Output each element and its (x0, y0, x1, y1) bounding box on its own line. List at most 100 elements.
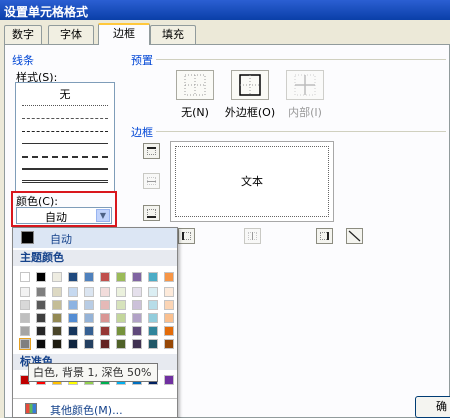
theme-color-swatch[interactable] (100, 287, 110, 297)
theme-color-swatch[interactable] (164, 300, 174, 310)
theme-colors-header: 主题颜色 (13, 250, 177, 266)
theme-color-swatch[interactable] (20, 326, 30, 336)
theme-color-swatch[interactable] (36, 287, 46, 297)
theme-color-swatch[interactable] (132, 300, 142, 310)
theme-color-swatch[interactable] (36, 300, 46, 310)
theme-color-swatch[interactable] (148, 326, 158, 336)
more-colors-option[interactable]: 其他颜色(M)... (13, 398, 177, 417)
theme-color-swatch[interactable] (164, 313, 174, 323)
theme-color-swatch[interactable] (116, 326, 126, 336)
theme-color-swatch[interactable] (36, 272, 46, 282)
theme-color-swatch[interactable] (148, 287, 158, 297)
ok-button[interactable]: 确 (415, 396, 450, 418)
more-colors-label: 其他颜色(M)... (50, 404, 123, 417)
line-style-double[interactable] (22, 180, 108, 183)
automatic-color-option[interactable]: 自动 (13, 228, 177, 248)
theme-color-swatch[interactable] (84, 300, 94, 310)
color-palette-dropdown[interactable]: 自动 主题颜色 标准色 其他颜色(M)... (12, 227, 178, 418)
automatic-color-swatch (21, 231, 34, 244)
theme-color-swatch[interactable] (68, 313, 78, 323)
theme-color-swatch[interactable] (132, 326, 142, 336)
theme-color-swatch[interactable] (132, 272, 142, 282)
theme-color-swatch[interactable] (68, 339, 78, 349)
theme-color-swatch[interactable] (148, 300, 158, 310)
line-style-dotted[interactable] (22, 105, 108, 106)
border-inside-vertical-icon (252, 232, 253, 240)
border-diagonal-button[interactable] (346, 228, 363, 244)
theme-color-swatch[interactable] (68, 300, 78, 310)
tab-font[interactable]: 字体 (48, 25, 94, 44)
tab-fill[interactable]: 填充 (150, 25, 196, 44)
color-combo[interactable]: 自动 ▼ (16, 207, 112, 224)
border-left-icon (182, 232, 184, 240)
line-style-none[interactable]: 无 (16, 86, 114, 102)
theme-color-swatch[interactable] (164, 287, 174, 297)
color-tooltip: 白色, 背景 1, 深色 50% (28, 363, 158, 382)
border-preview[interactable]: 文本 (170, 141, 334, 222)
border-top-button[interactable] (143, 143, 160, 159)
theme-color-swatch[interactable] (20, 272, 30, 282)
theme-color-swatch[interactable] (100, 313, 110, 323)
border-bottom-button[interactable] (143, 205, 160, 221)
theme-color-swatch[interactable] (36, 339, 46, 349)
preset-none-button[interactable] (176, 70, 214, 100)
tab-border[interactable]: 边框 (98, 23, 150, 45)
theme-color-swatch[interactable] (52, 326, 62, 336)
standard-color-swatch[interactable] (164, 375, 174, 385)
theme-color-swatch[interactable] (132, 339, 142, 349)
no-border-icon (184, 74, 206, 96)
theme-color-swatch[interactable] (52, 313, 62, 323)
theme-color-swatch[interactable] (20, 313, 30, 323)
theme-color-swatch[interactable] (84, 339, 94, 349)
theme-color-swatch[interactable] (84, 272, 94, 282)
line-style-thin[interactable] (22, 143, 108, 144)
theme-color-swatch[interactable] (100, 339, 110, 349)
border-right-button[interactable] (316, 228, 333, 244)
theme-color-swatch[interactable] (52, 287, 62, 297)
line-style-dash-dot[interactable] (22, 131, 108, 132)
line-style-medium[interactable] (22, 168, 108, 170)
theme-color-swatch[interactable] (116, 313, 126, 323)
theme-color-swatch[interactable] (100, 300, 110, 310)
theme-color-swatch[interactable] (36, 326, 46, 336)
theme-color-swatch[interactable] (132, 313, 142, 323)
theme-color-swatch[interactable] (100, 326, 110, 336)
line-style-list[interactable]: 无 (15, 82, 115, 192)
preview-text: 文本 (241, 175, 263, 188)
theme-color-swatch[interactable] (84, 313, 94, 323)
theme-color-swatch[interactable] (100, 272, 110, 282)
theme-color-swatch[interactable] (116, 287, 126, 297)
theme-color-swatch[interactable] (19, 338, 31, 350)
theme-color-swatch[interactable] (164, 272, 174, 282)
theme-color-swatch[interactable] (116, 300, 126, 310)
theme-color-swatch[interactable] (148, 339, 158, 349)
theme-color-swatch[interactable] (116, 339, 126, 349)
theme-color-swatch[interactable] (164, 326, 174, 336)
theme-color-swatch[interactable] (52, 300, 62, 310)
preset-outline-button[interactable] (231, 70, 269, 100)
theme-color-swatch[interactable] (68, 272, 78, 282)
theme-color-swatch[interactable] (52, 339, 62, 349)
theme-color-swatch[interactable] (148, 272, 158, 282)
border-left-button[interactable] (178, 228, 195, 244)
theme-color-swatch[interactable] (68, 326, 78, 336)
preset-inside-label: 内部(I) (288, 106, 322, 119)
theme-color-swatch[interactable] (132, 287, 142, 297)
theme-color-swatch[interactable] (116, 272, 126, 282)
chevron-down-icon[interactable]: ▼ (96, 209, 110, 222)
theme-color-swatch[interactable] (20, 287, 30, 297)
tab-number[interactable]: 数字 (4, 25, 42, 44)
color-label: 颜色(C): (16, 195, 58, 208)
border-bottom-icon (147, 216, 156, 218)
line-style-medium-dashed[interactable] (22, 156, 108, 158)
theme-color-swatch[interactable] (20, 300, 30, 310)
line-style-dashed-fine[interactable] (22, 118, 108, 119)
theme-color-swatch[interactable] (84, 326, 94, 336)
theme-color-swatch[interactable] (84, 287, 94, 297)
theme-color-swatch[interactable] (36, 313, 46, 323)
line-group-label: 线条 (12, 54, 34, 67)
theme-color-swatch[interactable] (148, 313, 158, 323)
theme-color-swatch[interactable] (52, 272, 62, 282)
theme-color-swatch[interactable] (68, 287, 78, 297)
theme-color-swatch[interactable] (164, 339, 174, 349)
